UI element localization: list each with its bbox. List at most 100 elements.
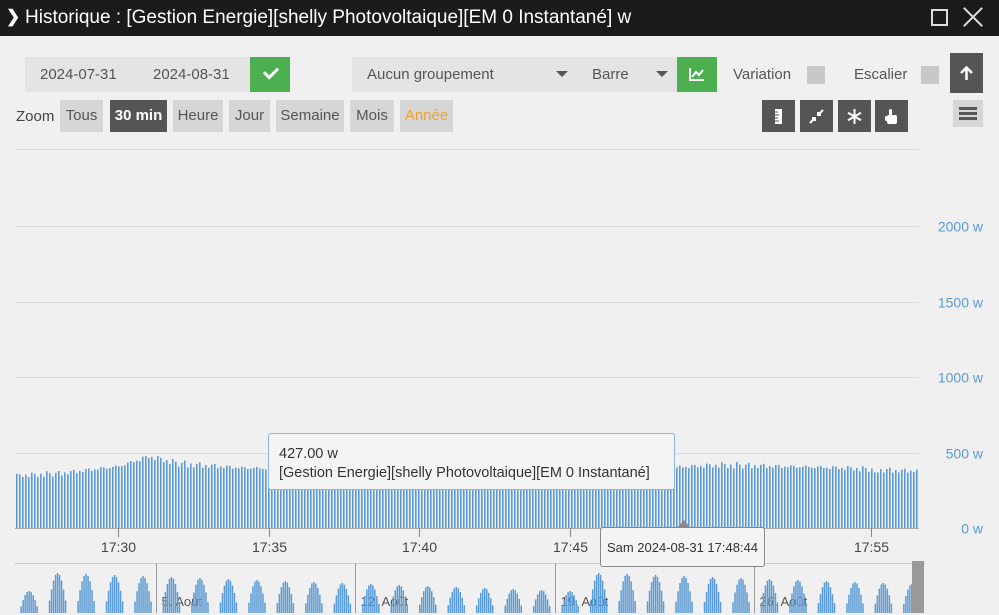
- data-bar: [766, 468, 768, 528]
- zoom-hour-button[interactable]: Heure: [173, 100, 223, 132]
- data-bar: [73, 469, 75, 528]
- data-bar: [841, 467, 843, 528]
- hamburger-icon[interactable]: [953, 100, 983, 127]
- line-chart-icon[interactable]: [677, 57, 717, 92]
- navigator-bar: [203, 584, 205, 613]
- navigator-bar: [52, 580, 55, 613]
- navigator-bar: [634, 600, 636, 613]
- navigator-bar: [760, 602, 763, 613]
- navigator-bar: [54, 575, 57, 613]
- variation-label: Variation: [733, 66, 792, 83]
- data-bar: [754, 465, 756, 528]
- data-bar: [58, 471, 60, 528]
- navigator-bar: [827, 582, 830, 613]
- start-date-input[interactable]: 2024-07-31: [25, 57, 137, 92]
- navigator-bar: [681, 577, 683, 613]
- data-bar: [190, 463, 192, 528]
- navigator-bar: [846, 603, 848, 613]
- variation-checkbox[interactable]: [807, 66, 825, 84]
- navigator-bar: [288, 587, 291, 613]
- data-bar: [883, 472, 885, 528]
- data-bar: [166, 460, 168, 528]
- chart-type-select[interactable]: Barre: [578, 57, 677, 92]
- hand-pointer-icon[interactable]: [875, 100, 908, 132]
- navigator[interactable]: 5. Août 12. Août 19. Août 26. Août: [15, 561, 925, 613]
- navigator-bar: [113, 575, 116, 613]
- navigator-bar: [542, 591, 545, 613]
- compress-icon[interactable]: [800, 100, 833, 132]
- navigator-bar: [264, 602, 266, 613]
- data-bar: [226, 465, 228, 528]
- close-icon[interactable]: [962, 6, 984, 28]
- navigator-bar: [685, 577, 687, 613]
- data-bar: [856, 468, 858, 528]
- maximize-icon[interactable]: [931, 9, 948, 26]
- navigator-bar: [459, 592, 461, 613]
- navigator-bar: [736, 584, 738, 613]
- data-bar: [205, 465, 207, 528]
- chevron-right-icon[interactable]: ❯: [6, 7, 20, 27]
- navigator-bar: [305, 603, 307, 613]
- navigator-bar: [478, 598, 480, 613]
- end-date-input[interactable]: 2024-08-31: [137, 57, 250, 92]
- data-bar: [220, 466, 222, 528]
- navigator-bar: [455, 587, 457, 613]
- navigator-bar: [201, 579, 203, 613]
- data-bar: [682, 467, 684, 528]
- data-bar: [829, 469, 831, 528]
- navigator-bar: [286, 582, 289, 613]
- data-bar: [25, 474, 27, 528]
- navigator-bar: [890, 603, 893, 613]
- navigator-bar: [370, 584, 372, 613]
- data-bar: [154, 460, 156, 528]
- navigator-bar: [150, 601, 152, 613]
- navigator-bar: [734, 592, 736, 613]
- zoom-day-button[interactable]: Jour: [229, 100, 270, 132]
- grouping-select[interactable]: Aucun groupement: [352, 57, 578, 92]
- navigator-bar: [221, 593, 224, 613]
- navigator-bar: [366, 589, 368, 613]
- data-bar: [238, 468, 240, 528]
- navigator-bar: [423, 591, 425, 613]
- stair-checkbox[interactable]: [921, 66, 939, 84]
- navigator-bar: [603, 589, 606, 613]
- navigator-bar: [278, 594, 281, 613]
- data-bar: [775, 465, 777, 528]
- ruler-icon[interactable]: [762, 100, 795, 132]
- snowflake-icon[interactable]: [838, 100, 871, 132]
- navigator-bar: [703, 601, 706, 613]
- navigator-bar: [396, 586, 398, 613]
- history-chart[interactable]: 0 w500 w1000 w1500 w2000 w 17:30 17:35 17:…: [0, 140, 999, 615]
- navigator-bar: [148, 591, 150, 613]
- zoom-30min-button[interactable]: 30 min: [110, 100, 167, 132]
- navigator-bar: [605, 600, 608, 613]
- zoom-year-button[interactable]: Année: [400, 100, 453, 132]
- data-bar: [757, 468, 759, 528]
- navigator-bar: [254, 581, 256, 613]
- data-bar: [151, 456, 153, 528]
- check-icon[interactable]: [250, 57, 290, 92]
- chart-type-value: Barre: [592, 66, 629, 83]
- navigator-bar: [20, 606, 22, 613]
- data-bar: [88, 468, 90, 528]
- zoom-month-button[interactable]: Mois: [350, 100, 394, 132]
- caret-down-icon: [656, 71, 668, 77]
- navigator-bar: [532, 605, 535, 613]
- data-bar: [214, 464, 216, 528]
- navigator-bar: [48, 600, 51, 613]
- data-bar: [181, 462, 183, 528]
- data-bar: [34, 473, 36, 528]
- navigator-bar: [284, 581, 287, 613]
- navigator-bar: [419, 604, 421, 613]
- navigator-bar: [540, 590, 543, 613]
- navigator-bar: [520, 605, 522, 613]
- navigator-bar: [435, 604, 437, 613]
- zoom-week-button[interactable]: Semaine: [276, 100, 344, 132]
- data-bar: [196, 463, 198, 528]
- navigator-bar: [282, 582, 285, 613]
- arrow-up-icon[interactable]: [950, 53, 983, 93]
- data-bar: [121, 466, 123, 528]
- data-bar: [685, 466, 687, 528]
- navigator-bar: [770, 580, 773, 613]
- zoom-all-button[interactable]: Tous: [60, 100, 103, 132]
